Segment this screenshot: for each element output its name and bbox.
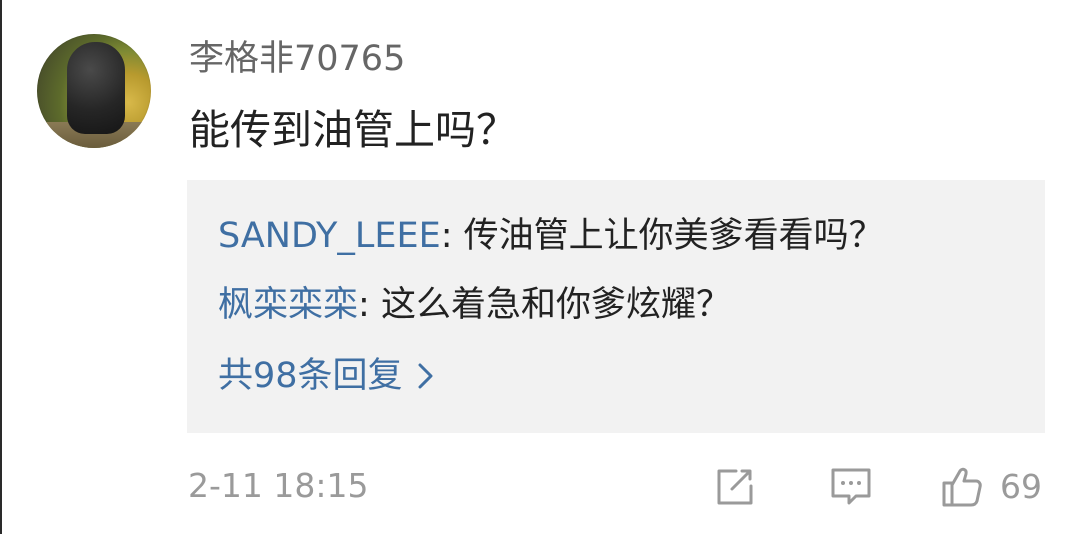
reply-preview-box[interactable]: SANDY_LEEE: 传油管上让你美爹看看吗？ 枫栾栾栾: 这么着急和你爹炫耀…	[187, 180, 1045, 433]
avatar[interactable]	[37, 34, 151, 148]
view-all-replies-label: 共98条回复	[218, 356, 403, 396]
like-button[interactable]: 69	[938, 459, 1048, 515]
chevron-right-icon	[417, 361, 435, 391]
reply-text: 这么着急和你爹炫耀？	[380, 285, 731, 325]
reply-separator: :	[440, 216, 464, 256]
share-icon	[712, 465, 756, 509]
comment-icon	[828, 464, 874, 510]
reply-separator: :	[358, 285, 381, 325]
reply-text: 传油管上让你美爹看看吗？	[463, 216, 884, 256]
view-all-replies-link[interactable]: 共98条回复	[218, 350, 435, 402]
comment-timestamp: 2-11 18:15	[188, 466, 369, 505]
left-edge-divider	[0, 0, 2, 534]
reply-username[interactable]: SANDY_LEEE	[218, 216, 441, 256]
reply-username[interactable]: 枫栾栾栾	[218, 285, 358, 325]
avatar-figure	[67, 42, 125, 134]
comment-button[interactable]	[828, 459, 874, 515]
share-button[interactable]	[712, 459, 762, 515]
like-count: 69	[1000, 467, 1042, 506]
reply-item: 枫栾栾栾: 这么着急和你爹炫耀？	[218, 279, 731, 331]
comment-text: 能传到油管上吗？	[189, 106, 517, 154]
comment-username[interactable]: 李格非70765	[189, 33, 405, 85]
thumbs-up-icon	[938, 463, 986, 511]
reply-item: SANDY_LEEE: 传油管上让你美爹看看吗？	[218, 210, 884, 262]
